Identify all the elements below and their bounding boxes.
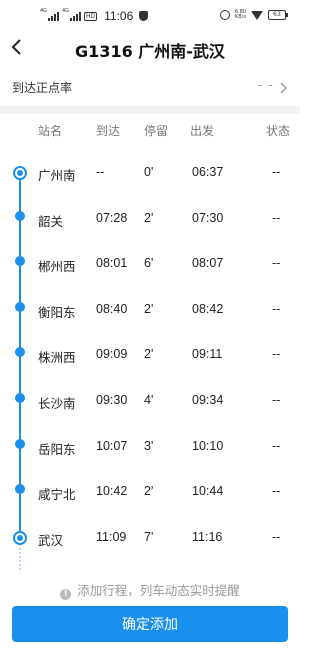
cell-signal-icon: 4G <box>62 8 81 21</box>
stay-duration: 4' <box>144 393 154 407</box>
stop-dot-icon <box>15 256 25 267</box>
depart-time: 07:30 <box>192 210 224 225</box>
terminal-dot-icon <box>13 530 27 545</box>
clock: 11:06 <box>104 9 134 23</box>
col-stay: 停留 <box>144 124 169 138</box>
stop-dot-icon <box>15 393 25 403</box>
depart-time: 11:16 <box>192 529 223 544</box>
col-arrive: 到达 <box>96 124 121 138</box>
table-row[interactable]: 长沙南 09:30 4' 09:34 -- <box>0 393 300 413</box>
table-row[interactable]: 韶关 07:28 2' 07:30 -- <box>0 210 300 231</box>
reminder-tip-text: 添加行程，列车动态实时提醒 <box>77 583 240 598</box>
stay-duration: 2' <box>144 301 154 316</box>
terminal-dot-icon <box>13 166 27 180</box>
col-depart: 出发 <box>190 124 215 138</box>
table-row[interactable]: 株洲西 09:09 2' 09:11 -- <box>0 347 300 367</box>
stay-duration: 6' <box>144 256 154 271</box>
arrive-time: -- <box>96 165 105 179</box>
table-header: 站名 到达 停留 出发 状态 <box>0 122 300 140</box>
arrive-time: 10:07 <box>96 438 128 453</box>
stay-duration: 2' <box>144 484 154 499</box>
arrive-time: 07:28 <box>96 210 128 225</box>
stay-duration: 3' <box>144 438 154 453</box>
arrive-time: 08:01 <box>96 256 128 271</box>
station-name: 咸宁北 <box>38 487 76 503</box>
cell-signal-icon: 4G <box>40 8 59 21</box>
station-name: 株洲西 <box>38 350 76 366</box>
page-title: G1316 广州南-武汉 <box>75 42 225 61</box>
stay-duration: 7' <box>144 529 154 544</box>
shield-icon <box>139 11 149 21</box>
stop-dot-icon <box>15 301 25 312</box>
section-divider <box>0 106 300 114</box>
table-row[interactable]: 广州南 -- 0' 06:37 -- <box>0 165 300 185</box>
station-name: 广州南 <box>38 168 76 183</box>
stay-duration: 0' <box>144 165 154 179</box>
on-time-rate-value: - - <box>257 78 274 93</box>
status: -- <box>272 256 281 271</box>
status: -- <box>272 484 281 499</box>
table-row[interactable]: 郴州西 08:01 6' 08:07 -- <box>0 256 300 276</box>
table-row[interactable]: 咸宁北 10:42 2' 10:44 -- <box>0 484 300 504</box>
depart-time: 10:10 <box>192 438 224 453</box>
battery-icon: 63 <box>268 10 288 20</box>
net-speed: 6.80 KB/s <box>234 9 246 20</box>
alarm-icon <box>219 10 230 20</box>
arrive-time: 09:30 <box>96 393 128 407</box>
station-name: 衡阳东 <box>38 304 76 320</box>
on-time-rate-label: 到达正点率 <box>12 81 73 95</box>
table-row[interactable]: 衡阳东 08:40 2' 08:42 -- <box>0 301 300 322</box>
info-icon: ! <box>60 589 72 600</box>
station-name: 长沙南 <box>38 396 76 411</box>
status: -- <box>272 301 281 316</box>
stop-dot-icon <box>15 484 25 495</box>
depart-time: 08:07 <box>192 256 224 271</box>
depart-time: 09:34 <box>192 393 224 407</box>
depart-time: 10:44 <box>192 484 224 499</box>
table-row[interactable]: 岳阳东 10:07 3' 10:10 -- <box>0 438 300 459</box>
status: -- <box>272 438 281 453</box>
station-name: 韶关 <box>38 213 64 229</box>
status: -- <box>272 347 281 362</box>
stop-dot-icon <box>15 210 25 221</box>
status-bar: 4G 4G HD 11:06 6.80 KB/s 63 <box>0 0 300 30</box>
depart-time: 06:37 <box>192 165 224 179</box>
stop-dot-icon <box>15 438 25 449</box>
status: -- <box>272 165 281 179</box>
nav-header: G1316 广州南-武汉 <box>0 30 300 66</box>
stay-duration: 2' <box>144 210 154 225</box>
reminder-tip: ! 添加行程，列车动态实时提醒 <box>0 580 300 600</box>
arrive-time: 10:42 <box>96 484 128 499</box>
depart-time: 08:42 <box>192 301 224 316</box>
station-name: 岳阳东 <box>38 441 76 457</box>
station-name: 郴州西 <box>38 259 76 275</box>
arrive-time: 11:09 <box>96 529 127 544</box>
depart-time: 09:11 <box>192 347 223 362</box>
col-station: 站名 <box>38 124 63 138</box>
hd-badge: HD <box>84 11 98 21</box>
stop-dot-icon <box>15 347 25 358</box>
status: -- <box>272 393 281 407</box>
chevron-right-icon[interactable] <box>278 82 288 94</box>
col-status: 状态 <box>266 124 291 138</box>
wifi-icon <box>251 10 263 20</box>
status: -- <box>272 210 281 225</box>
arrive-time: 09:09 <box>96 347 128 362</box>
status: -- <box>272 529 281 544</box>
stay-duration: 2' <box>144 347 154 362</box>
table-row[interactable]: 武汉 11:09 7' 11:16 -- <box>0 530 300 550</box>
on-time-rate-row[interactable]: 到达正点率 - - <box>0 74 300 102</box>
confirm-add-button[interactable]: 确定添加 <box>12 606 288 642</box>
arrive-time: 08:40 <box>96 301 128 316</box>
station-name: 武汉 <box>38 532 64 548</box>
